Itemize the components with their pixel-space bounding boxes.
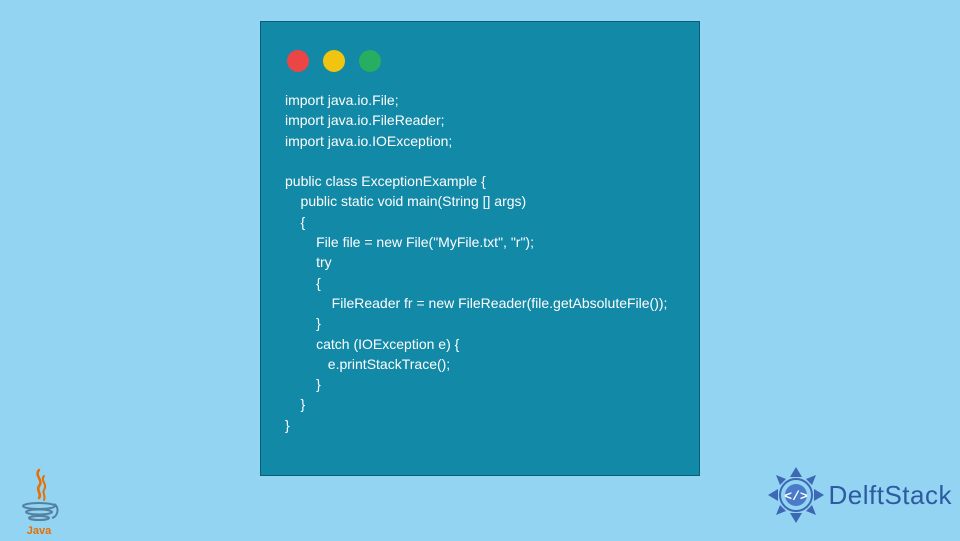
window-traffic-lights <box>261 22 699 72</box>
delftstack-logo: </> DelftStack <box>765 464 953 526</box>
close-icon[interactable] <box>287 50 309 72</box>
code-window: import java.io.File; import java.io.File… <box>260 21 700 476</box>
delftstack-label: DelftStack <box>829 480 953 511</box>
maximize-icon[interactable] <box>359 50 381 72</box>
minimize-icon[interactable] <box>323 50 345 72</box>
svg-text:</>: </> <box>784 489 808 504</box>
java-logo-icon: Java <box>14 466 64 536</box>
svg-text:Java: Java <box>27 525 52 536</box>
code-content: import java.io.File; import java.io.File… <box>261 72 699 435</box>
delftstack-badge-icon: </> <box>765 464 827 526</box>
